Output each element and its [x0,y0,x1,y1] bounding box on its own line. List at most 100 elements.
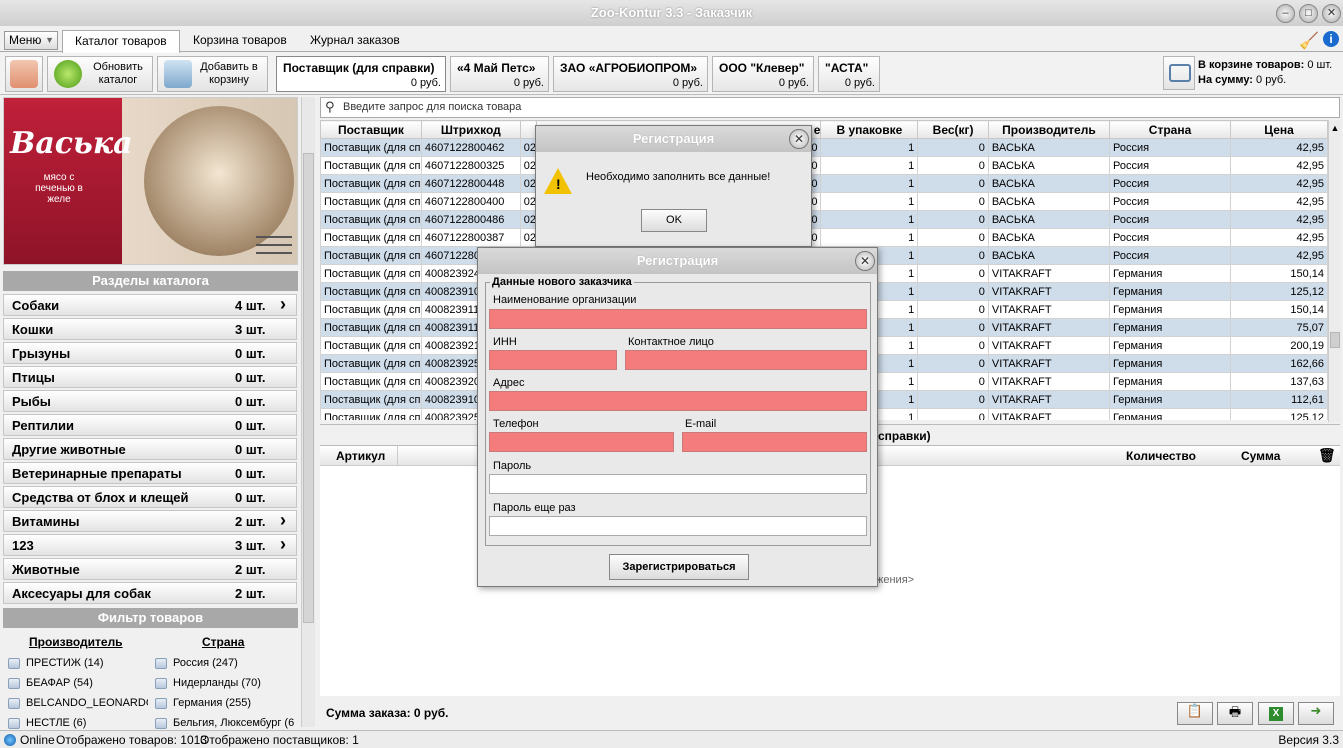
alert-ok-button[interactable]: OK [641,209,707,232]
table-cell: 42,95 [1230,210,1328,229]
catalog-item[interactable]: Животные 2 шт. [3,558,297,580]
filter-country-label[interactable]: Страна [202,635,244,649]
chevron-right-icon[interactable]: › [280,534,286,555]
menu-button[interactable]: Меню ▼ [4,31,58,50]
grid-column-header[interactable]: Поставщик [320,120,422,139]
catalog-item[interactable]: Кошки 3 шт. [3,318,297,340]
checkbox-icon[interactable] [155,697,167,709]
catalog-item[interactable]: Витамины 2 шт. › [3,510,297,532]
search-input[interactable]: Введите запрос для поиска товара [320,97,1340,118]
catalog-item[interactable]: Собаки 4 шт. › [3,294,297,316]
checkbox-icon[interactable] [8,717,20,729]
supplier-button-1[interactable]: «4 Май Петс» 0 руб. [450,56,549,92]
excel-button[interactable]: X [1258,702,1294,725]
table-cell: ВАСЬКА [987,156,1111,175]
catalog-item-name: Животные [12,562,80,577]
grid-column-header[interactable]: Вес(кг) [917,120,989,139]
tab-cart[interactable]: Корзина товаров [181,30,299,52]
grid-column-header[interactable]: Производитель [987,120,1111,139]
users-button[interactable] [5,56,43,92]
phone-input[interactable] [489,432,674,452]
menu-label: Меню [9,33,42,47]
filter-country-item[interactable]: Россия (247) [155,657,297,669]
view-toggle-icon[interactable] [256,236,292,260]
supplier-button-2[interactable]: ЗАО «АГРОБИОПРОМ» 0 руб. [553,56,708,92]
supplier-button-3[interactable]: ООО "Клевер" 0 руб. [712,56,814,92]
checkbox-icon[interactable] [155,677,167,689]
password-input[interactable] [489,474,867,494]
filter-country-item[interactable]: Бельгия, Люксембург (6 [155,717,297,729]
register-close-button[interactable]: ✕ [855,251,875,271]
checkbox-icon[interactable] [155,717,167,729]
checkbox-icon[interactable] [155,657,167,669]
contact-input[interactable] [625,350,867,370]
send-order-button[interactable]: ➜ [1298,702,1334,725]
register-submit-button[interactable]: Зарегистрироваться [609,554,749,580]
order-supplier-label: справки) [878,429,931,443]
catalog-item[interactable]: Рыбы 0 шт. [3,390,297,412]
filter-manufacturer-item[interactable]: BELCANDO_LEONARDO ( [8,697,148,709]
table-row[interactable]: Поставщик (для сп 4607122800387 02 0 1 0 ВАСЬК… [320,228,1328,247]
left-scrollbar[interactable] [301,97,315,727]
grid-scroll-thumb[interactable] [1330,332,1340,348]
catalog-item[interactable]: Грызуны 0 шт. [3,342,297,364]
table-row[interactable]: Поставщик (для сп 4607122800462 02 0 1 0 ВАСЬК… [320,138,1328,157]
grid-column-header[interactable]: Цена [1230,120,1328,139]
filter-country-item[interactable]: Нидерланды (70) [155,677,297,689]
scroll-up-icon[interactable]: ▲ [1329,120,1341,136]
catalog-item[interactable]: Средства от блох и клещей 0 шт. [3,486,297,508]
catalog-item[interactable]: Аксесуары для собак 2 шт. [3,582,297,604]
tab-catalog[interactable]: Каталог товаров [62,30,180,53]
trash-icon[interactable]: 🗑 [1318,447,1336,464]
broom-icon[interactable]: 🧹 [1299,31,1319,51]
maximize-button[interactable]: □ [1299,4,1318,23]
supplier-button-0[interactable]: Поставщик (для справки) 0 руб. [276,56,446,92]
globe-icon [4,734,16,746]
address-input[interactable] [489,391,867,411]
password2-input[interactable] [489,516,867,536]
catalog-item[interactable]: Ветеринарные препараты 0 шт. [3,462,297,484]
filter-manufacturer-item[interactable]: ПРЕСТИЖ (14) [8,657,148,669]
refresh-catalog-button[interactable]: Обновить каталог [47,56,153,92]
org-input[interactable] [489,309,867,329]
filter-header: Фильтр товаров [3,608,298,628]
left-scroll-thumb[interactable] [303,153,314,623]
filter-manufacturer-item[interactable]: НЕСТЛЕ (6) [8,717,148,729]
minimize-button[interactable]: – [1276,4,1295,23]
checkbox-icon[interactable] [8,677,20,689]
catalog-item[interactable]: Другие животные 0 шт. [3,438,297,460]
print-button[interactable]: 🖶 [1217,702,1253,725]
catalog-item-count: 2 шт. [235,586,266,601]
catalog-item[interactable]: 123 3 шт. › [3,534,297,556]
cart-button[interactable] [1163,56,1195,90]
grid-column-header[interactable]: Штрихкод [420,120,521,139]
grid-column-header[interactable]: В упаковке [820,120,919,139]
table-row[interactable]: Поставщик (для сп 4607122800448 02 0 1 0 ВАСЬК… [320,174,1328,193]
tab-orders[interactable]: Журнал заказов [298,30,412,52]
filter-country-item[interactable]: Германия (255) [155,697,297,709]
filter-manufacturer-item[interactable]: БЕАФАР (54) [8,677,148,689]
report-button[interactable]: 📋 [1177,702,1213,725]
catalog-item[interactable]: Птицы 0 шт. [3,366,297,388]
chevron-right-icon[interactable]: › [280,510,286,531]
info-icon[interactable]: i [1323,31,1339,47]
table-row[interactable]: Поставщик (для сп 4607122800400 02 0 1 0 ВАСЬК… [320,192,1328,211]
email-input[interactable] [682,432,867,452]
alert-close-button[interactable]: ✕ [789,129,809,149]
add-to-cart-button[interactable]: Добавить в корзину [157,56,268,92]
table-cell: 1 [820,138,919,157]
checkbox-icon[interactable] [8,697,20,709]
supplier-button-4[interactable]: "АСТА" 0 руб. [818,56,880,92]
table-row[interactable]: Поставщик (для сп 4607122800486 02 0 1 0 ВАСЬК… [320,210,1328,229]
grid-scrollbar[interactable]: ▲ [1328,120,1341,422]
table-cell: ВАСЬКА [987,228,1111,247]
catalog-item[interactable]: Рептилии 0 шт. [3,414,297,436]
close-window-button[interactable]: ✕ [1322,4,1341,23]
inn-input[interactable] [489,350,617,370]
chevron-right-icon[interactable]: › [280,294,286,315]
filter-manufacturer-label[interactable]: Производитель [29,635,123,649]
grid-column-header[interactable]: Страна [1108,120,1232,139]
checkbox-icon[interactable] [8,657,20,669]
table-row[interactable]: Поставщик (для сп 4607122800325 02 0 1 0 ВАСЬК… [320,156,1328,175]
grid-column-header[interactable] [519,120,537,139]
